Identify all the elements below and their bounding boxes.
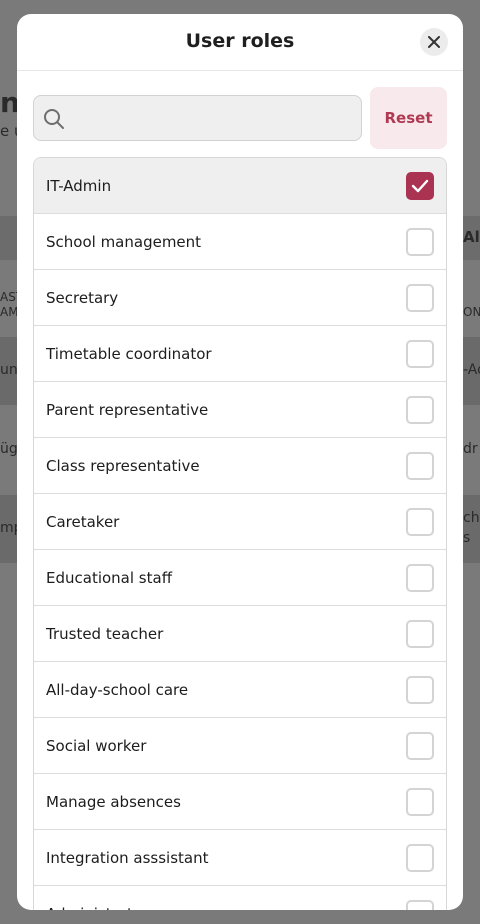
role-item[interactable]: All-day-school care xyxy=(34,662,446,718)
role-label: School management xyxy=(46,232,202,251)
role-label: IT-Admin xyxy=(46,176,112,195)
role-checkbox[interactable] xyxy=(406,452,434,480)
dialog-title: User roles xyxy=(185,30,295,52)
background-text: AME xyxy=(0,305,17,319)
search-field[interactable] xyxy=(33,95,362,141)
role-label: All-day-school care xyxy=(46,680,189,699)
role-label: Class representative xyxy=(46,456,200,475)
role-item[interactable]: Caretaker xyxy=(34,494,446,550)
user-roles-dialog: User roles Reset IT-Admin School manageme… xyxy=(17,14,463,910)
role-label: Trusted teacher xyxy=(46,624,164,643)
role-checkbox[interactable] xyxy=(406,844,434,872)
role-item[interactable]: Integration asssistant xyxy=(34,830,446,886)
role-checkbox[interactable] xyxy=(406,900,434,910)
background-text: mp xyxy=(0,520,17,536)
role-checkbox[interactable] xyxy=(406,508,434,536)
role-checkbox[interactable] xyxy=(406,228,434,256)
background-text: AST xyxy=(0,290,17,304)
dialog-header: User roles xyxy=(17,14,463,71)
role-label: Timetable coordinator xyxy=(46,344,212,363)
close-icon xyxy=(428,36,440,48)
reset-button[interactable]: Reset xyxy=(370,87,447,149)
background-text: e u xyxy=(0,122,17,140)
role-item[interactable]: Social worker xyxy=(34,718,446,774)
role-label: Social worker xyxy=(46,736,147,755)
search-row: Reset xyxy=(33,87,447,149)
role-list: IT-Admin School management Secretary Timeta… xyxy=(33,157,447,910)
role-item[interactable]: Administrator xyxy=(34,886,446,910)
background-text: s xyxy=(463,530,471,546)
role-item[interactable]: Secretary xyxy=(34,270,446,326)
checkmark-icon xyxy=(411,179,429,193)
role-item[interactable]: Class representative xyxy=(34,438,446,494)
role-label: Parent representative xyxy=(46,400,209,419)
background-text: ON xyxy=(463,305,480,319)
background-text: cho xyxy=(463,510,480,526)
role-label: Integration asssistant xyxy=(46,848,209,867)
search-input[interactable] xyxy=(72,96,353,140)
background-text: dr xyxy=(463,441,478,457)
role-checkbox[interactable] xyxy=(406,620,434,648)
role-checkbox[interactable] xyxy=(406,396,434,424)
role-item[interactable]: Manage absences xyxy=(34,774,446,830)
role-label: Educational staff xyxy=(46,568,173,587)
role-item[interactable]: School management xyxy=(34,214,446,270)
role-checkbox[interactable] xyxy=(406,788,434,816)
role-label: Caretaker xyxy=(46,512,120,531)
role-item[interactable]: Trusted teacher xyxy=(34,606,446,662)
role-item[interactable]: Timetable coordinator xyxy=(34,326,446,382)
background-text: Al xyxy=(463,228,480,246)
role-checkbox[interactable] xyxy=(406,676,434,704)
background-text: üg xyxy=(0,441,17,457)
role-label: Manage absences xyxy=(46,792,181,811)
background-text: ne xyxy=(0,86,17,119)
role-checkbox[interactable] xyxy=(406,172,434,200)
close-button[interactable] xyxy=(420,28,448,56)
role-label: Secretary xyxy=(46,288,119,307)
role-checkbox[interactable] xyxy=(406,564,434,592)
background-text: -Ad xyxy=(463,362,480,378)
role-item[interactable]: IT-Admin xyxy=(34,158,446,214)
search-icon xyxy=(44,109,64,129)
role-checkbox[interactable] xyxy=(406,284,434,312)
role-checkbox[interactable] xyxy=(406,340,434,368)
role-label: Administrator xyxy=(46,905,148,911)
role-checkbox[interactable] xyxy=(406,732,434,760)
role-item[interactable]: Educational staff xyxy=(34,550,446,606)
background-text: und xyxy=(0,362,17,378)
role-item[interactable]: Parent representative xyxy=(34,382,446,438)
